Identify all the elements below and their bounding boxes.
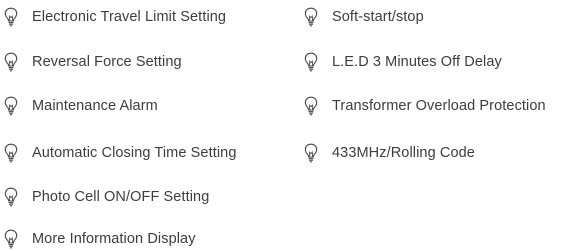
feature-label: Photo Cell ON/OFF Setting — [32, 189, 210, 205]
feature-item: Reversal Force Setting — [4, 50, 182, 74]
lightbulb-icon — [4, 187, 18, 207]
feature-item: Electronic Travel Limit Setting — [4, 5, 226, 29]
feature-label: Reversal Force Setting — [32, 54, 182, 70]
feature-item: More Information Display — [4, 227, 196, 251]
feature-label: More Information Display — [32, 231, 196, 247]
lightbulb-icon — [304, 52, 318, 72]
feature-label: L.E.D 3 Minutes Off Delay — [332, 54, 502, 70]
lightbulb-icon — [4, 143, 18, 163]
feature-item: 433MHz/Rolling Code — [304, 141, 475, 165]
feature-item: L.E.D 3 Minutes Off Delay — [304, 50, 502, 74]
feature-item: Automatic Closing Time Setting — [4, 141, 236, 165]
lightbulb-icon — [4, 7, 18, 27]
lightbulb-icon — [4, 229, 18, 249]
feature-item: Transformer Overload Protection — [304, 94, 546, 118]
feature-label: 433MHz/Rolling Code — [332, 145, 475, 161]
feature-label: Transformer Overload Protection — [332, 98, 546, 114]
lightbulb-icon — [4, 96, 18, 116]
feature-item: Soft-start/stop — [304, 5, 424, 29]
feature-label: Soft-start/stop — [332, 9, 424, 25]
feature-item: Maintenance Alarm — [4, 94, 158, 118]
feature-label: Automatic Closing Time Setting — [32, 145, 237, 161]
lightbulb-icon — [304, 7, 318, 27]
lightbulb-icon — [304, 96, 318, 116]
feature-list: Electronic Travel Limit Setting Reversal… — [0, 0, 582, 251]
lightbulb-icon — [4, 52, 18, 72]
lightbulb-icon — [304, 143, 318, 163]
feature-label: Electronic Travel Limit Setting — [32, 9, 227, 25]
feature-item: Photo Cell ON/OFF Setting — [4, 185, 209, 209]
feature-label: Maintenance Alarm — [32, 98, 158, 114]
